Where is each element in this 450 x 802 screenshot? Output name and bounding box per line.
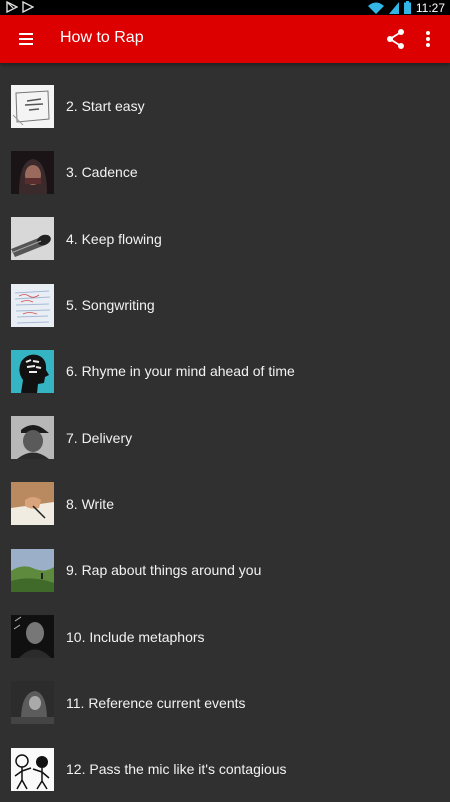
list-item-label: 8. Write <box>66 495 114 512</box>
list-item[interactable]: 11. Reference current events <box>0 670 450 736</box>
list-item[interactable]: 10. Include metaphors <box>0 603 450 669</box>
rapper-cap-thumbnail <box>11 416 54 460</box>
list-item-label: 4. Keep flowing <box>66 230 162 247</box>
play-notification-icon <box>22 1 34 13</box>
head-silhouette-thumbnail <box>11 349 54 393</box>
menu-button[interactable] <box>18 30 36 48</box>
status-time: 11:27 <box>415 0 445 15</box>
list-item[interactable]: 12. Pass the mic like it's contagious <box>0 736 450 802</box>
list-item-label: 11. Reference current events <box>66 694 246 711</box>
dark-portrait-thumbnail <box>11 615 54 659</box>
list-item-label: 2. Start easy <box>66 98 145 115</box>
landscape-thumbnail <box>11 548 54 592</box>
microphone-thumbnail <box>11 217 54 261</box>
sketch-paper-thumbnail <box>11 84 54 128</box>
list-item-label: 10. Include metaphors <box>66 628 205 645</box>
more-options-button[interactable] <box>418 28 438 50</box>
lesson-list: 2. Start easy 3. Cadence 4. Keep flowing <box>0 73 450 802</box>
list-item-label: 12. Pass the mic like it's contagious <box>66 761 287 778</box>
signal-icon <box>388 1 399 14</box>
status-indicators: 11:27 <box>367 0 445 15</box>
list-item-label: 9. Rap about things around you <box>66 562 262 579</box>
list-item[interactable]: 9. Rap about things around you <box>0 537 450 603</box>
list-item-label: 6. Rhyme in your mind ahead of time <box>66 363 295 380</box>
more-vert-icon <box>426 31 430 47</box>
menu-icon <box>19 33 33 45</box>
list-item[interactable]: 8. Write <box>0 471 450 537</box>
share-button[interactable] <box>386 28 406 50</box>
app-bar: How to Rap <box>0 15 450 63</box>
list-item[interactable]: 6. Rhyme in your mind ahead of time <box>0 338 450 404</box>
list-item[interactable]: 5. Songwriting <box>0 272 450 338</box>
list-item-label: 3. Cadence <box>66 164 138 181</box>
battery-icon <box>403 1 411 14</box>
app-title: How to Rap <box>60 29 144 46</box>
handwritten-notes-thumbnail <box>11 283 54 327</box>
status-notifications <box>6 1 34 13</box>
play-store-notification-icon <box>6 1 18 13</box>
share-icon <box>387 29 404 49</box>
list-item-label: 5. Songwriting <box>66 297 155 314</box>
cartoon-figures-thumbnail <box>11 747 54 791</box>
hooded-face-thumbnail <box>11 150 54 194</box>
hooded-figure-thumbnail <box>11 681 54 725</box>
list-item[interactable]: 3. Cadence <box>0 139 450 205</box>
wifi-icon <box>367 2 384 14</box>
list-item[interactable]: 7. Delivery <box>0 404 450 470</box>
list-item[interactable]: 2. Start easy <box>0 73 450 139</box>
list-item[interactable]: 4. Keep flowing <box>0 206 450 272</box>
list-item-label: 7. Delivery <box>66 429 133 446</box>
status-bar: 11:27 <box>0 0 450 15</box>
hand-writing-thumbnail <box>11 482 54 526</box>
